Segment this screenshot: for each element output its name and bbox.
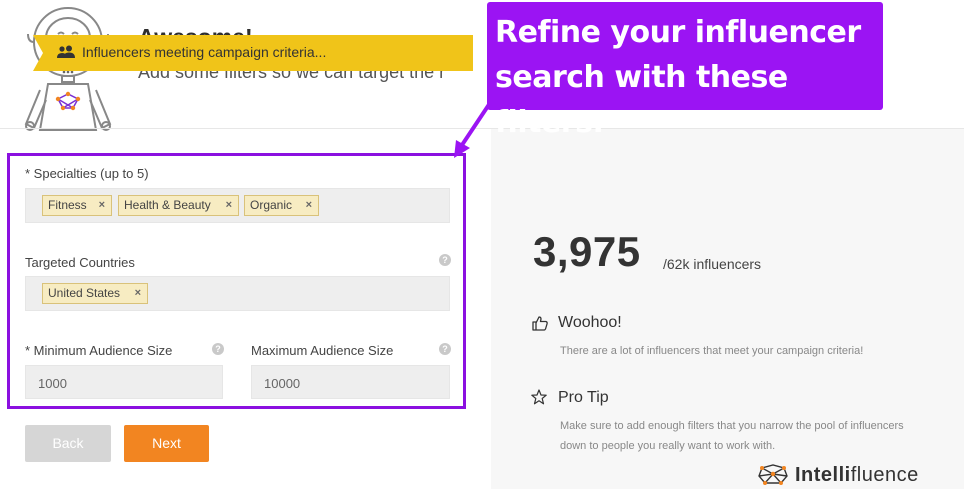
specialty-tag-fitness: Fitness × [42,195,112,216]
woohoo-title: Woohoo! [558,314,622,331]
woohoo-text: There are a lot of influencers that meet… [560,345,864,357]
robot-mascot-icon [24,7,112,131]
help-icon[interactable]: ? [439,254,451,266]
help-icon[interactable]: ? [212,343,224,355]
help-icon[interactable]: ? [439,343,451,355]
influencer-count-total: /62k influencers [663,256,762,272]
callout-text: Refine your influencer search with these… [495,15,861,140]
pro-tip-title: Pro Tip [558,389,609,406]
targeted-countries-select[interactable]: United States × [25,276,450,311]
maximum-audience-input[interactable]: 10000 [251,365,450,399]
thumbs-up-icon [532,316,548,331]
specialties-select[interactable]: Fitness × Health & Beauty × Organic × [25,188,450,223]
back-button[interactable]: Back [25,425,111,462]
maximum-audience-label: Maximum Audience Size [251,343,394,358]
intellifluence-logo-icon [758,464,788,485]
star-icon [531,389,547,405]
remove-tag-icon[interactable]: × [306,196,312,215]
filters-panel: * Specialties (up to 5) Fitness × Health… [7,153,466,409]
specialty-tag-health-beauty: Health & Beauty × [118,195,239,216]
specialties-label: * Specialties (up to 5) [25,166,149,181]
callout-arrow-icon [454,98,494,158]
specialty-tag-organic: Organic × [244,195,319,216]
minimum-audience-input[interactable]: 1000 [25,365,223,399]
next-button[interactable]: Next [124,425,209,462]
targeted-countries-label: Targeted Countries [25,255,135,270]
remove-tag-icon[interactable]: × [135,284,141,303]
pro-tip-text-line-1: Make sure to add enough filters that you… [560,420,904,432]
remove-tag-icon[interactable]: × [226,196,232,215]
remove-tag-icon[interactable]: × [99,196,105,215]
pro-tip-text-line-2: down to people you really want to work w… [560,440,776,452]
minimum-audience-value: 1000 [38,376,67,391]
country-tag-united-states: United States × [42,283,148,304]
criteria-banner-text: Influencers meeting campaign criteria... [82,44,327,60]
maximum-audience-value: 10000 [264,376,301,391]
minimum-audience-label: * Minimum Audience Size [25,343,173,358]
users-icon [57,45,75,58]
filters-callout: Refine your influencer search with these… [487,2,883,140]
influencer-count: 3,975 [533,228,641,275]
intellifluence-logo-text: Intellifluence [795,464,919,486]
